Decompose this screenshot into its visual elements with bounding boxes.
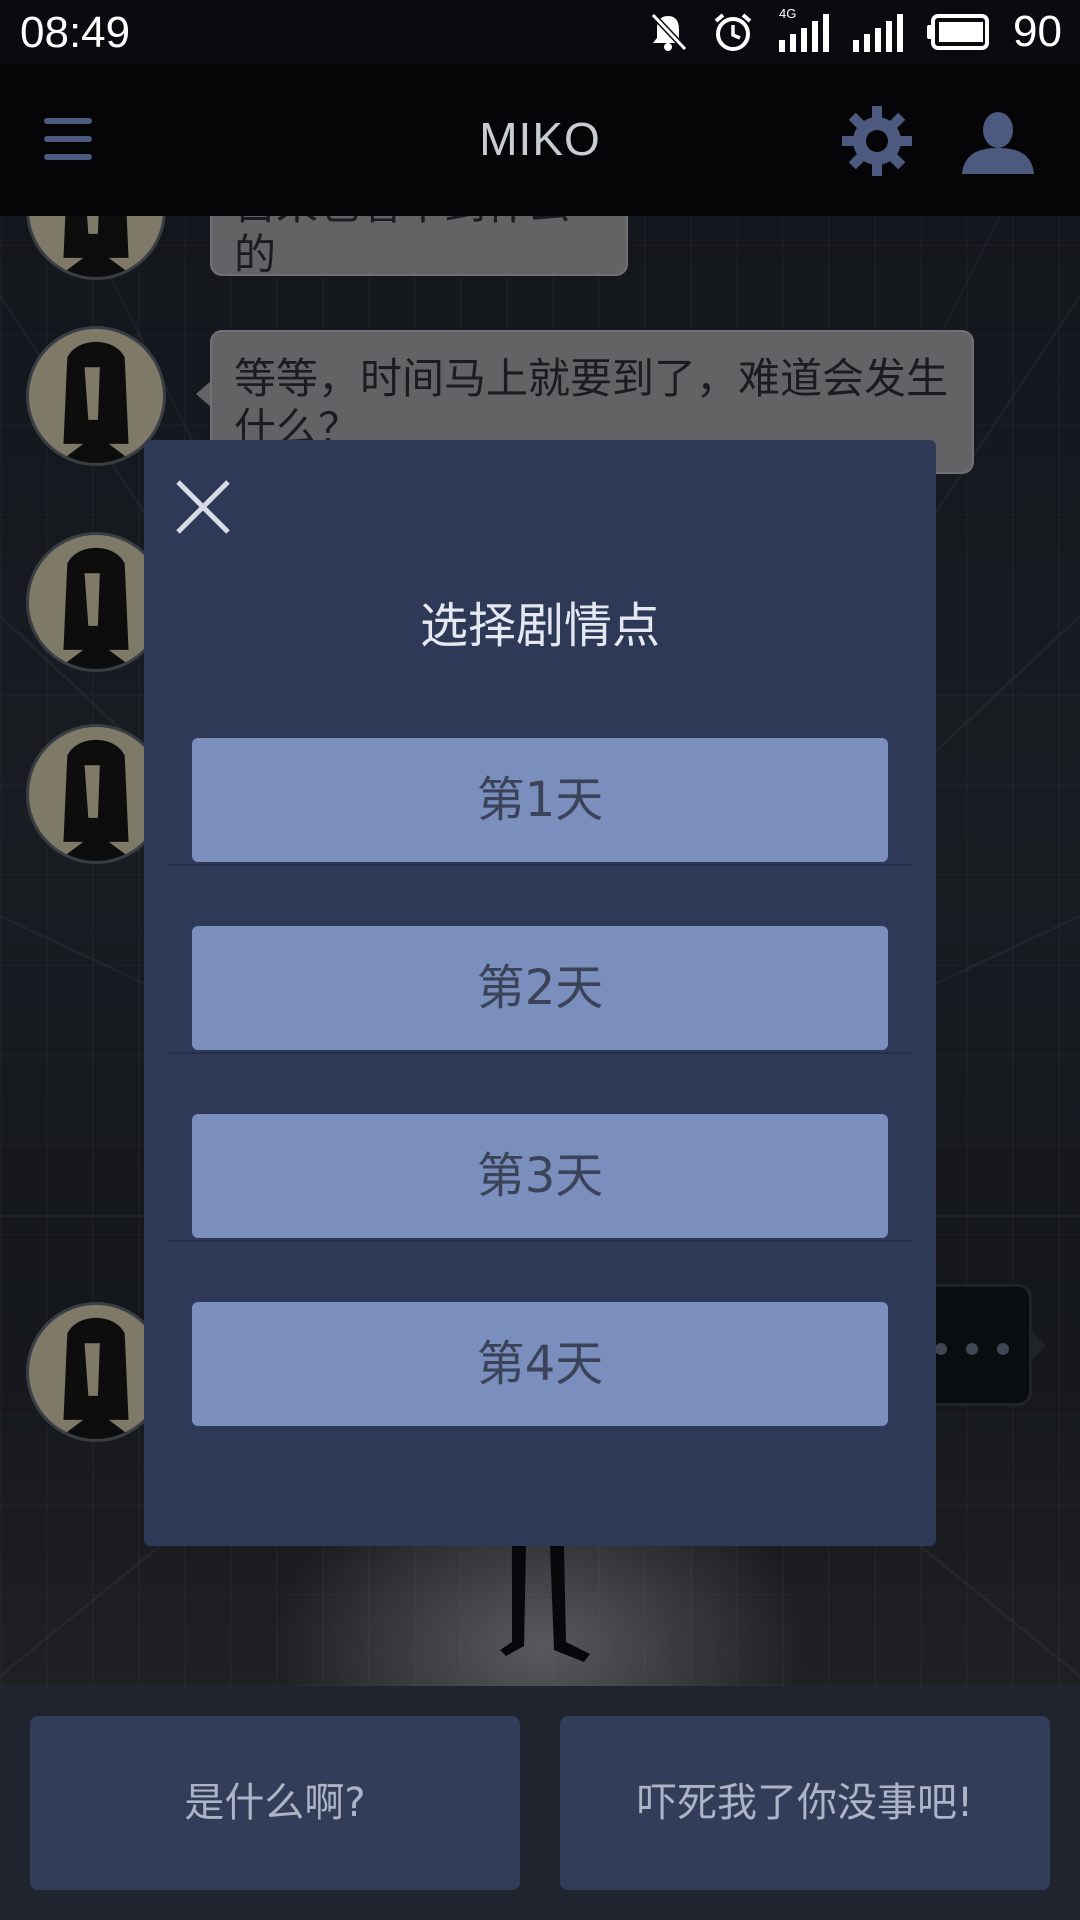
day-2-button[interactable]: 第2天	[192, 926, 888, 1050]
day-1-button[interactable]: 第1天	[192, 738, 888, 862]
status-icons: 4G 90	[647, 6, 1062, 56]
option-row: 第4天	[168, 1302, 912, 1430]
signal-4g-icon: 4G	[777, 6, 830, 54]
page-title: MIKO	[479, 113, 601, 165]
status-bar: 08:49 4G 90	[0, 0, 1080, 64]
alarm-icon	[714, 13, 752, 51]
status-time: 08:49	[20, 8, 131, 57]
dialog-title: 选择剧情点	[419, 598, 660, 654]
day-4-button[interactable]: 第4天	[192, 1302, 888, 1426]
user-icon[interactable]	[960, 108, 1036, 176]
gear-icon[interactable]	[840, 104, 914, 178]
select-plot-dialog: 选择剧情点 第1天 第2天 第3天 第4天	[144, 440, 936, 1546]
battery-level: 90	[1013, 7, 1062, 56]
option-row: 第2天	[168, 926, 912, 1054]
signal-icon	[853, 14, 904, 52]
reply-option-button[interactable]: 吓死我了你没事吧!	[560, 1716, 1050, 1890]
bell-muted-icon	[650, 12, 688, 52]
day-3-button[interactable]: 第3天	[192, 1114, 888, 1238]
reply-option-button[interactable]: 是什么啊?	[30, 1716, 520, 1890]
battery-icon	[927, 14, 990, 50]
option-row: 第3天	[168, 1114, 912, 1242]
close-icon[interactable]	[174, 478, 232, 536]
app-bar: MIKO	[0, 64, 1080, 216]
option-row: 第1天	[168, 738, 912, 866]
reply-bar: 是什么啊? 吓死我了你没事吧!	[0, 1686, 1080, 1920]
